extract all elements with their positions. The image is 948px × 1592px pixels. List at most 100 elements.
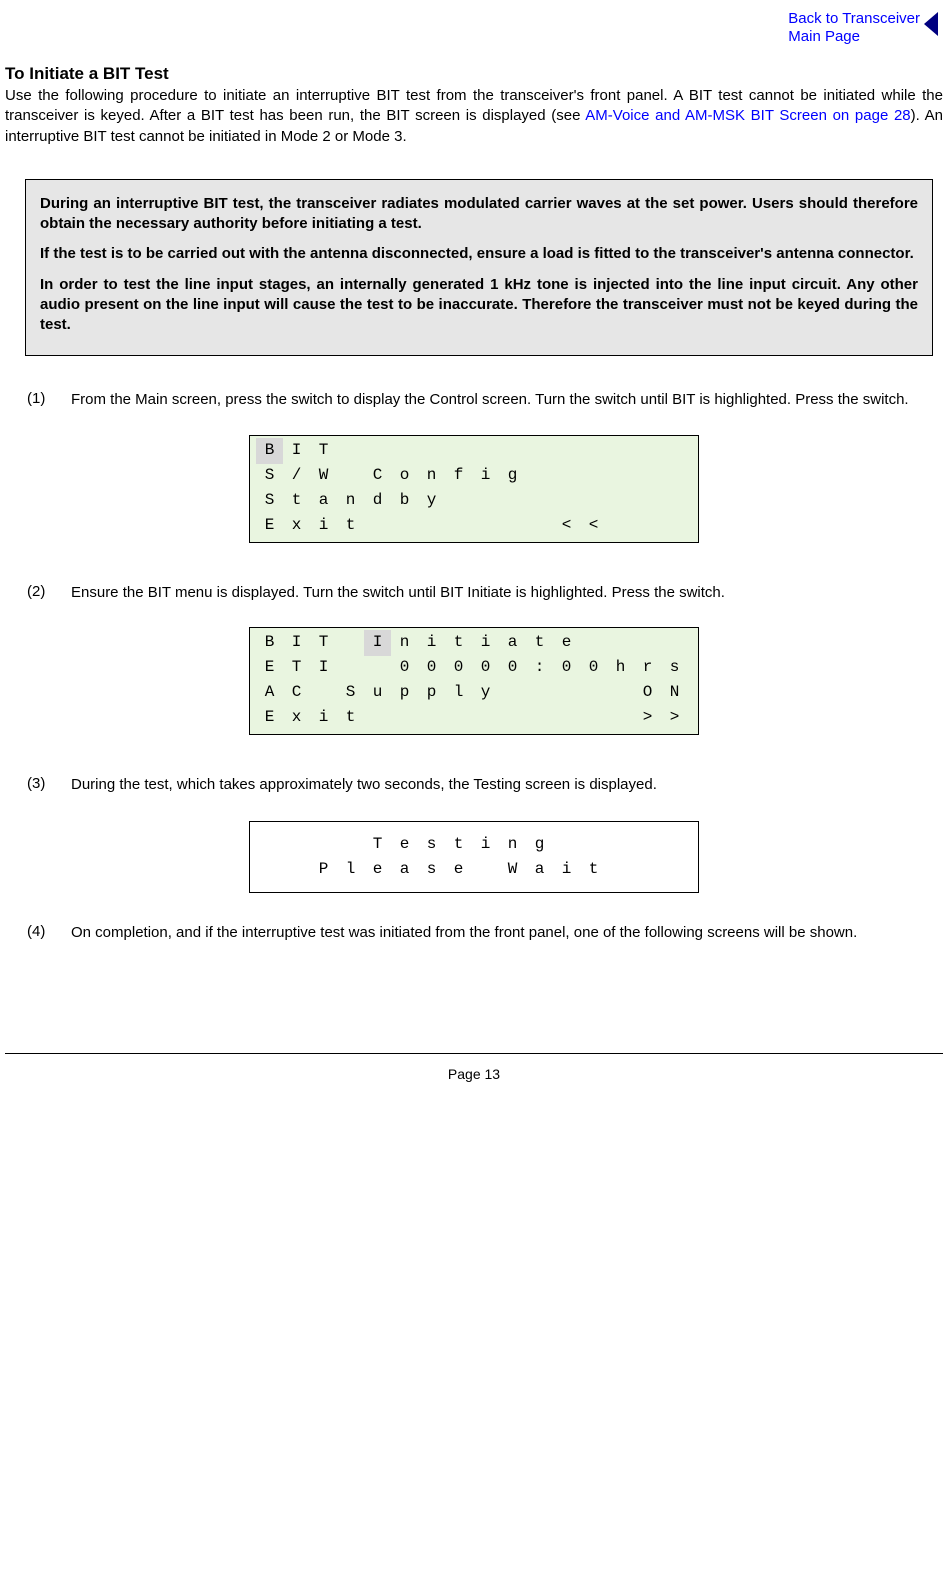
lcd-row: PleaseWait: [250, 857, 698, 882]
lcd-cell: >: [634, 705, 661, 731]
lcd-cell: i: [418, 630, 445, 656]
lcd-cell: A: [256, 680, 283, 706]
note-paragraph-1: During an interruptive BIT test, the tra…: [40, 194, 918, 235]
lcd-cell: s: [661, 655, 688, 681]
lcd-cell: a: [310, 488, 337, 514]
back-link[interactable]: Back to Transceiver Main Page: [788, 10, 920, 46]
page-title: To Initiate a BIT Test: [5, 64, 943, 84]
lcd-cell: o: [391, 463, 418, 489]
step-text: From the Main screen, press the switch t…: [71, 390, 943, 410]
lcd-cell: I: [310, 655, 337, 681]
lcd-cell: <: [580, 513, 607, 539]
lcd-cell: i: [472, 630, 499, 656]
lcd-cell: W: [310, 463, 337, 489]
lcd-cell: g: [526, 832, 553, 858]
lcd-cell: e: [553, 630, 580, 656]
lcd-cell: t: [283, 488, 310, 514]
lcd-screen-2: BITInitiateETI00000:00hrsACSupplyONExit>…: [249, 627, 699, 735]
lcd-cell: a: [391, 857, 418, 883]
lcd-cell: i: [472, 463, 499, 489]
lcd-cell: P: [310, 857, 337, 883]
lcd-cell: T: [310, 438, 337, 464]
lcd-cell: e: [364, 857, 391, 883]
page-footer: Page 13: [5, 1053, 943, 1096]
step-2: (2) Ensure the BIT menu is displayed. Tu…: [27, 583, 943, 603]
lcd-cell: i: [310, 513, 337, 539]
step-4: (4) On completion, and if the interrupti…: [27, 923, 943, 943]
lcd-cell: t: [337, 513, 364, 539]
lcd-cell: N: [661, 680, 688, 706]
lcd-cell: I: [283, 438, 310, 464]
lcd-cell: r: [634, 655, 661, 681]
lcd-cell: E: [256, 513, 283, 539]
lcd-cell: >: [661, 705, 688, 731]
lcd-cell: W: [499, 857, 526, 883]
step-1: (1) From the Main screen, press the swit…: [27, 390, 943, 410]
lcd-cell: p: [391, 680, 418, 706]
lcd-cell: d: [364, 488, 391, 514]
back-link-line2: Main Page: [788, 28, 860, 45]
lcd-cell: n: [337, 488, 364, 514]
lcd-cell: S: [256, 463, 283, 489]
back-link-line1: Back to Transceiver: [788, 10, 920, 27]
lcd-cell: /: [283, 463, 310, 489]
back-arrow-icon[interactable]: [924, 12, 938, 36]
lcd-row: S/WConfig: [250, 464, 698, 489]
step-3: (3) During the test, which takes approxi…: [27, 775, 943, 795]
lcd-cell: C: [283, 680, 310, 706]
lcd-cell: y: [418, 488, 445, 514]
lcd-cell: f: [445, 463, 472, 489]
lcd-cell: n: [418, 463, 445, 489]
lcd-cell: S: [256, 488, 283, 514]
intro-paragraph: Use the following procedure to initiate …: [5, 86, 943, 147]
lcd-cell: a: [499, 630, 526, 656]
lcd-cell: u: [364, 680, 391, 706]
lcd-cell: s: [418, 832, 445, 858]
lcd-screen-1: BITS/WConfigStandbyExit<<: [249, 435, 699, 543]
lcd-cell: a: [526, 857, 553, 883]
lcd-cell: E: [256, 655, 283, 681]
lcd-cell: B: [256, 630, 283, 656]
lcd-cell: 0: [553, 655, 580, 681]
lcd-cell: t: [526, 630, 553, 656]
step-number: (3): [27, 775, 71, 795]
step-text: During the test, which takes approximate…: [71, 775, 943, 795]
lcd-cell: n: [499, 832, 526, 858]
intro-cross-ref-link[interactable]: AM-Voice and AM-MSK BIT Screen on page 2…: [585, 107, 910, 124]
lcd-cell: e: [391, 832, 418, 858]
lcd-cell: s: [418, 857, 445, 883]
lcd-cell: h: [607, 655, 634, 681]
warning-note-box: During an interruptive BIT test, the tra…: [25, 179, 933, 357]
lcd-cell: y: [472, 680, 499, 706]
lcd-cell: 0: [472, 655, 499, 681]
lcd-cell: t: [445, 832, 472, 858]
lcd-cell: T: [283, 655, 310, 681]
lcd-cell: I: [283, 630, 310, 656]
lcd-cell: 0: [445, 655, 472, 681]
lcd-cell: l: [337, 857, 364, 883]
lcd-cell: i: [553, 857, 580, 883]
lcd-cell: e: [445, 857, 472, 883]
lcd-row: Exit <<: [250, 514, 698, 539]
lcd-cell: x: [283, 705, 310, 731]
note-paragraph-3: In order to test the line input stages, …: [40, 275, 918, 336]
note-paragraph-2: If the test is to be carried out with th…: [40, 244, 918, 264]
step-number: (4): [27, 923, 71, 943]
lcd-cell: O: [634, 680, 661, 706]
lcd-cell: I: [364, 630, 391, 656]
lcd-cell: p: [418, 680, 445, 706]
lcd-cell: b: [391, 488, 418, 514]
lcd-cell: t: [337, 705, 364, 731]
lcd-cell: :: [526, 655, 553, 681]
lcd-cell: 0: [391, 655, 418, 681]
lcd-cell: l: [445, 680, 472, 706]
header-back-nav: Back to Transceiver Main Page: [5, 0, 943, 46]
lcd-cell: T: [310, 630, 337, 656]
lcd-cell: i: [472, 832, 499, 858]
lcd-cell: <: [553, 513, 580, 539]
lcd-cell: x: [283, 513, 310, 539]
lcd-cell: t: [445, 630, 472, 656]
lcd-cell: C: [364, 463, 391, 489]
step-number: (1): [27, 390, 71, 410]
lcd-cell: E: [256, 705, 283, 731]
